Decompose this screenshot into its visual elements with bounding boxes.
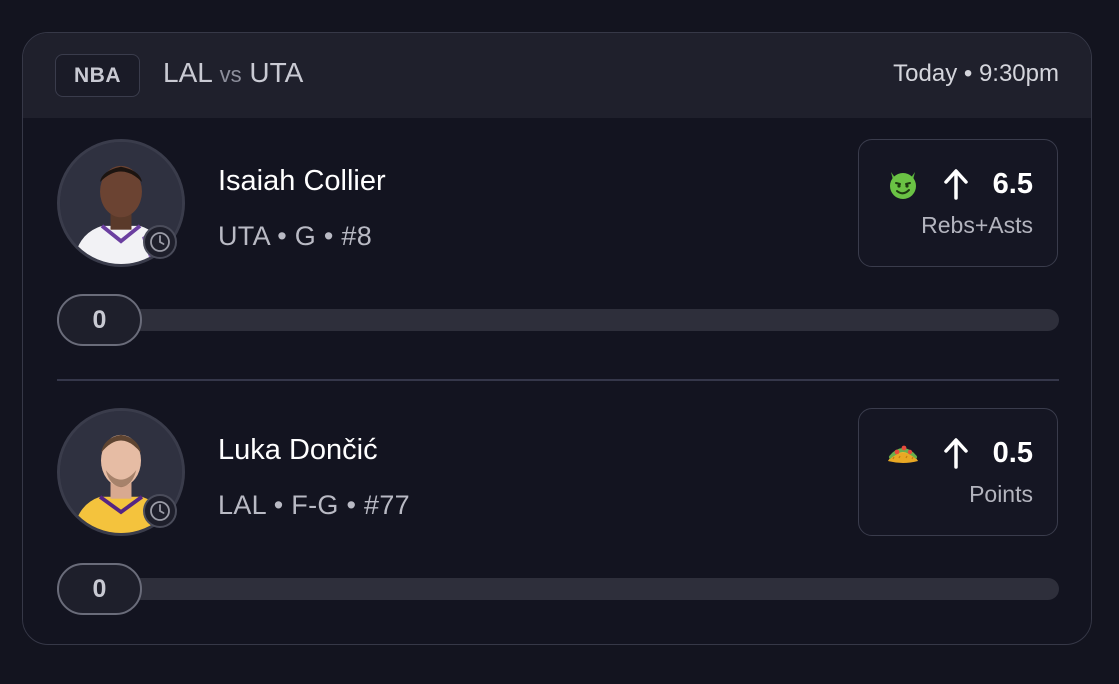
- clock-icon: [143, 225, 177, 259]
- pick-line-value: 0.5: [992, 437, 1033, 469]
- pick-line-value: 6.5: [992, 168, 1033, 200]
- pick-box[interactable]: 0.5 Points: [858, 408, 1058, 536]
- player-meta: LAL • F-G • #77: [218, 490, 410, 520]
- player-name: Isaiah Collier: [218, 165, 386, 197]
- devil-emoji-icon: [885, 166, 921, 202]
- pick-box[interactable]: 6.5 Rebs+Asts: [858, 139, 1058, 267]
- player-row[interactable]: Isaiah Collier UTA • G • #8 6.5 Rebs+Ast…: [23, 139, 1091, 359]
- game-time: Today • 9:30pm: [893, 60, 1059, 87]
- player-meta: UTA • G • #8: [218, 221, 373, 251]
- player-row[interactable]: Luka Dončić LAL • F-G • #77 0.5 Points 0: [23, 408, 1091, 628]
- vs-label: vs: [219, 62, 242, 87]
- row-divider: [57, 379, 1059, 381]
- player-name: Luka Dončić: [218, 434, 378, 466]
- pick-stat-label: Points: [969, 481, 1033, 507]
- matchup-title: LAL vs UTA: [163, 57, 303, 89]
- taco-emoji-icon: [885, 435, 921, 471]
- matchup-card[interactable]: NBA LAL vs UTA Today • 9:30pm Isaiah Col…: [22, 32, 1092, 645]
- clock-icon: [143, 494, 177, 528]
- pick-stat-label: Rebs+Asts: [921, 212, 1033, 238]
- up-arrow-icon: [941, 166, 971, 202]
- stat-progress-track: [57, 578, 1059, 600]
- stat-progress-value: 0: [57, 563, 142, 615]
- stat-progress-value: 0: [57, 294, 142, 346]
- stat-progress-track: [57, 309, 1059, 331]
- league-badge: NBA: [55, 54, 140, 97]
- card-header: NBA LAL vs UTA Today • 9:30pm: [23, 33, 1091, 118]
- away-team: UTA: [249, 57, 304, 88]
- up-arrow-icon: [941, 435, 971, 471]
- home-team: LAL: [163, 57, 212, 88]
